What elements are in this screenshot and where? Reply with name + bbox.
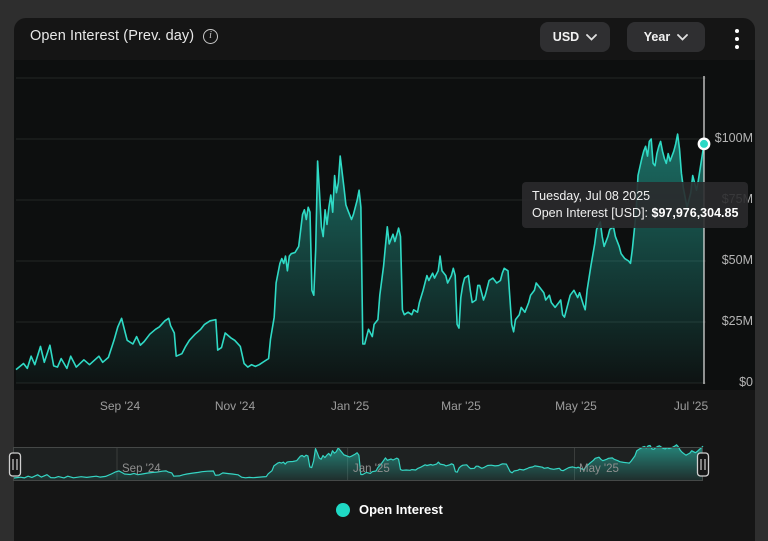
y-tick-label: $25M <box>693 314 753 328</box>
y-tick-label: $100M <box>693 131 753 145</box>
x-tick-label: Mar '25 <box>426 399 496 413</box>
navigator-left-handle[interactable] <box>10 453 21 476</box>
x-tick-label: Sep '24 <box>85 399 155 413</box>
x-tick-label: May '25 <box>541 399 611 413</box>
x-tick-label: Jan '25 <box>315 399 385 413</box>
open-interest-chart[interactable] <box>0 0 768 541</box>
tooltip-value: $97,976,304.85 <box>652 206 739 220</box>
legend-dot-icon <box>336 503 350 517</box>
navigator-tick-label: May '25 <box>579 463 619 475</box>
series-area-fill <box>16 134 704 383</box>
screenshot-stage: Open Interest (Prev. day) i USD Year <box>0 0 768 541</box>
tooltip-series-label: Open Interest [USD]: <box>532 206 648 220</box>
navigator-tick-label: Jan '25 <box>353 463 390 475</box>
y-tick-label: $50M <box>693 253 753 267</box>
x-tick-label: Jul '25 <box>656 399 726 413</box>
navigator-tick-label: Sep '24 <box>122 463 161 475</box>
chart-tooltip: Tuesday, Jul 08 2025 Open Interest [USD]… <box>522 182 748 228</box>
legend-item-open-interest[interactable]: Open Interest <box>336 502 443 517</box>
y-tick-label: $0 <box>693 375 753 389</box>
tooltip-date: Tuesday, Jul 08 2025 <box>532 188 738 205</box>
legend-label: Open Interest <box>359 502 443 517</box>
tooltip-value-row: Open Interest [USD]: $97,976,304.85 <box>532 205 738 222</box>
navigator-right-handle[interactable] <box>698 453 709 476</box>
x-tick-label: Nov '24 <box>200 399 270 413</box>
